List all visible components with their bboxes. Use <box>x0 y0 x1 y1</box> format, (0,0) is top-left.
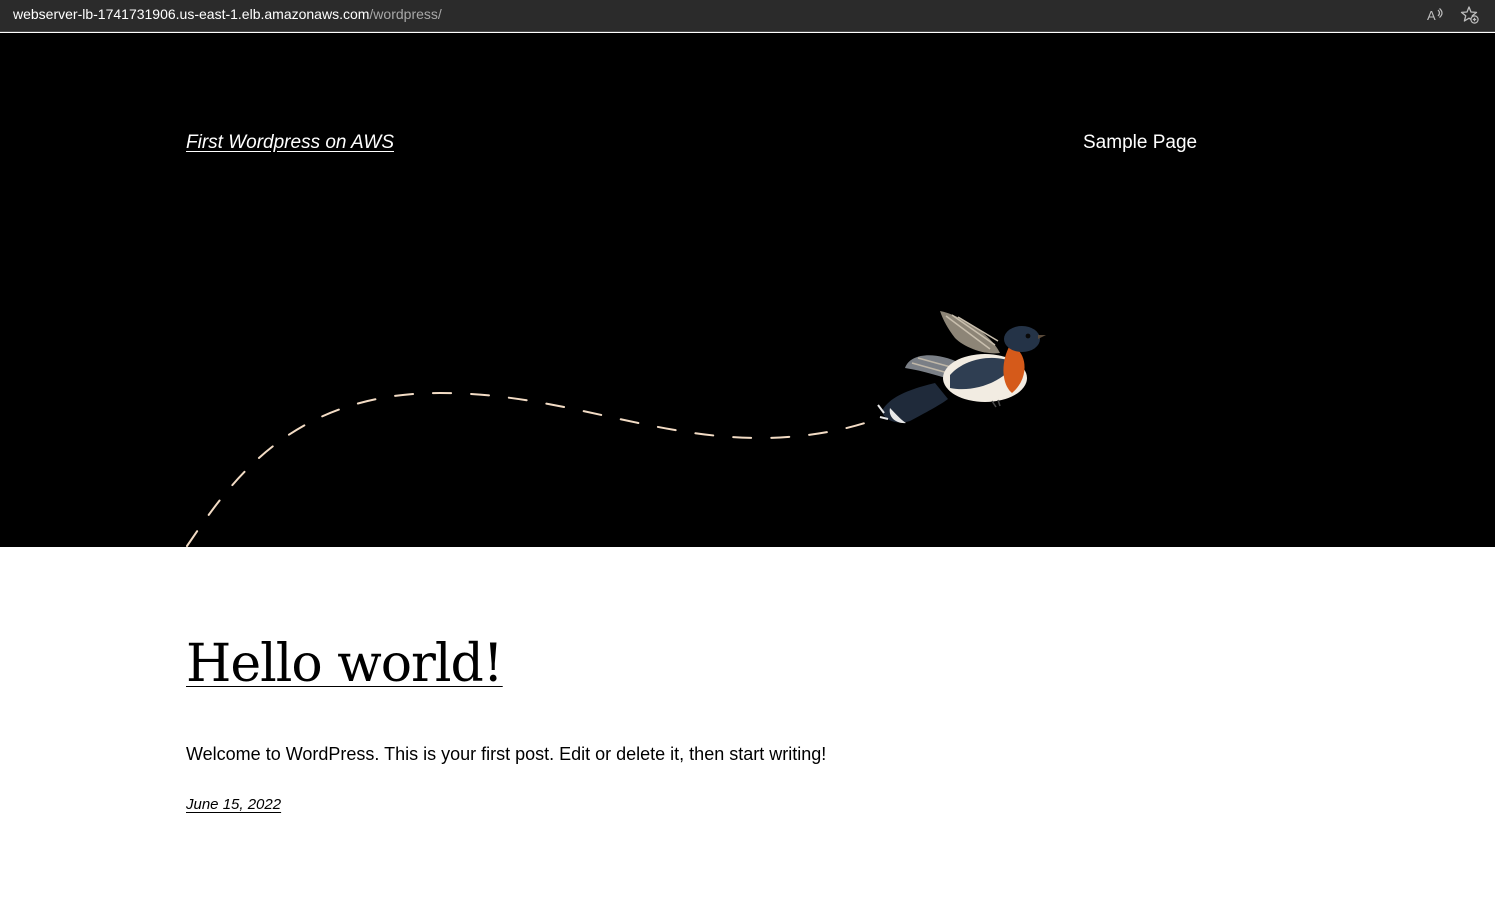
read-aloud-icon[interactable]: A <box>1424 4 1446 26</box>
address-url[interactable]: webserver-lb-1741731906.us-east-1.elb.am… <box>13 5 442 23</box>
browser-address-bar: webserver-lb-1741731906.us-east-1.elb.am… <box>0 0 1495 32</box>
dashed-flight-path <box>186 391 869 547</box>
url-host: webserver-lb-1741731906.us-east-1.elb.am… <box>13 6 370 22</box>
site-title-link[interactable]: First Wordpress on AWS <box>186 131 394 155</box>
favorite-add-icon[interactable] <box>1459 4 1481 26</box>
header-illustration <box>186 311 1046 547</box>
post-date-link[interactable]: June 15, 2022 <box>186 795 281 815</box>
nav-link-sample-page[interactable]: Sample Page <box>1083 131 1197 155</box>
svg-text:A: A <box>1427 8 1436 23</box>
url-path: /wordpress/ <box>369 6 442 22</box>
site-header: First Wordpress on AWS Sample Page <box>0 33 1495 547</box>
bird-icon <box>877 311 1046 424</box>
post-excerpt: Welcome to WordPress. This is your first… <box>186 744 827 764</box>
post-title-link[interactable]: Hello world! <box>186 632 504 696</box>
